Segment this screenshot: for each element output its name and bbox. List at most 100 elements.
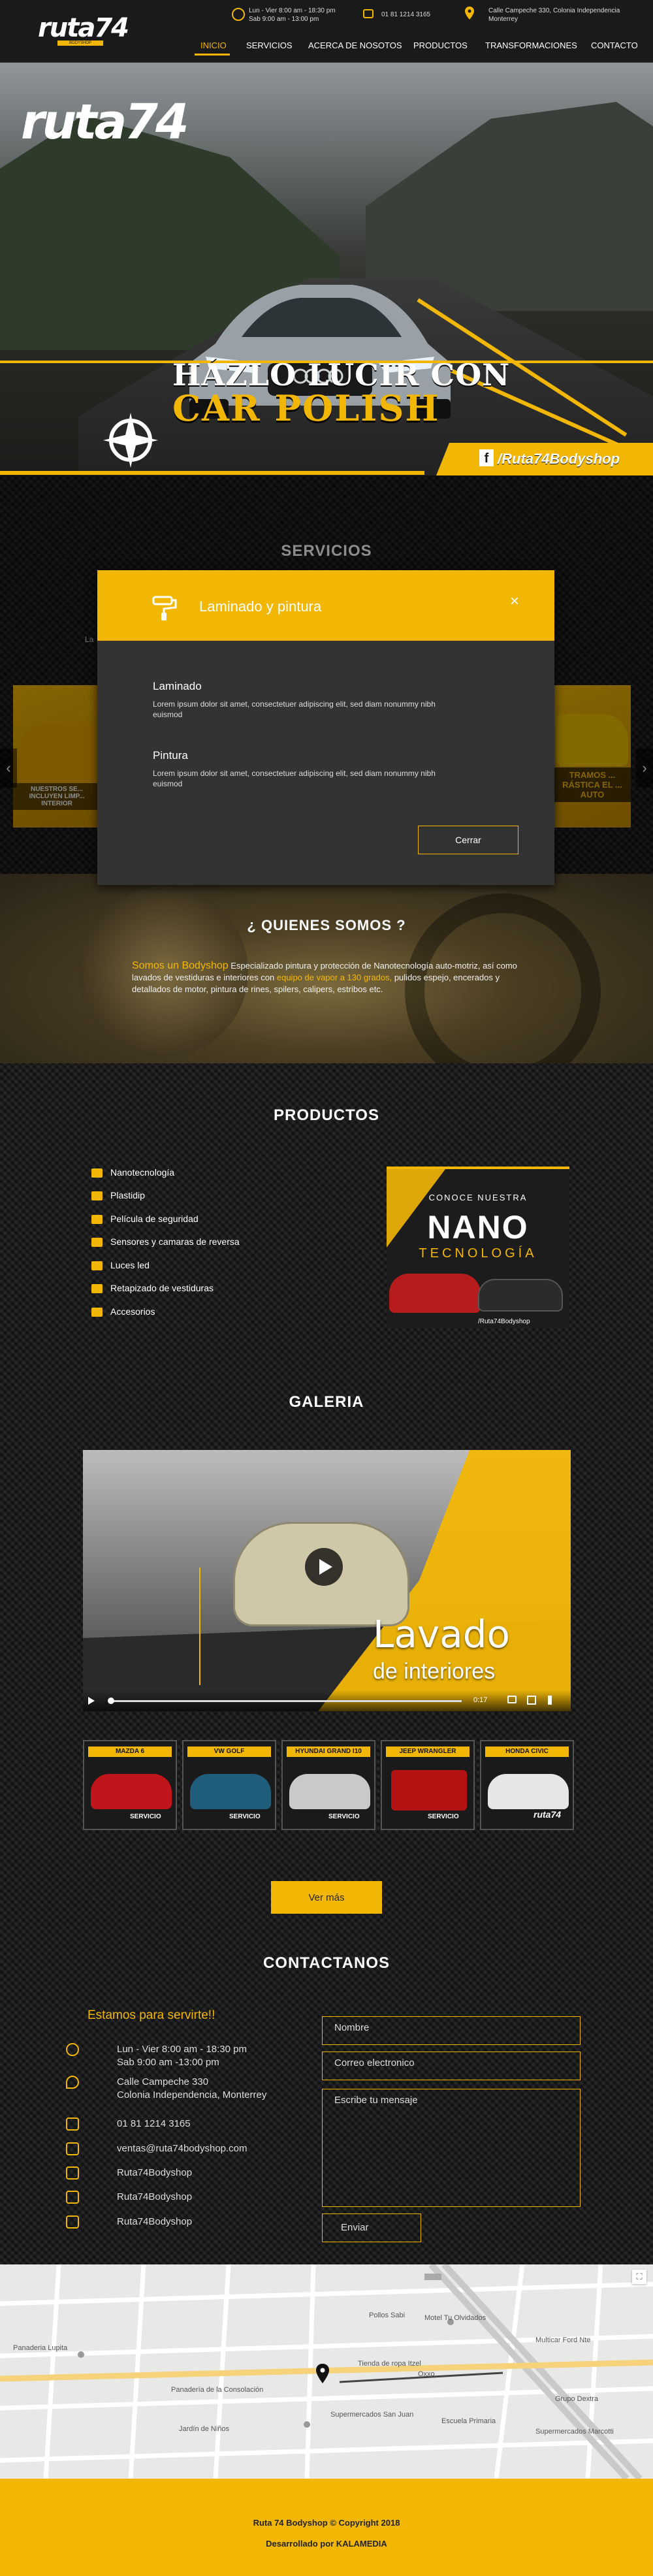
thumb-tag: SERVICIO (130, 1813, 161, 1820)
service-modal: Laminado y pintura × Laminado Lorem ipsu… (97, 570, 554, 885)
instagram-icon (66, 2215, 79, 2229)
thumb-label: MAZDA 6 (88, 1747, 172, 1757)
led-icon (91, 1261, 103, 1271)
paint-roller-icon (152, 596, 177, 620)
galeria-title: GALERIA (289, 1393, 364, 1411)
video-player[interactable]: Lavado de interiores 0:17 (83, 1450, 571, 1711)
thumb-vw-golf[interactable]: VW GOLF SERVICIO (182, 1740, 276, 1830)
promo-top: CONOCE NUESTRA (428, 1193, 528, 1202)
quienes-title: ¿ QUIENES SOMOS ? (247, 917, 406, 933)
fullscreen-icon[interactable] (527, 1696, 536, 1705)
thumb-tag: ruta74 (534, 1809, 562, 1820)
hero-logo-text: ruta74 (21, 94, 189, 150)
contact-facebook[interactable]: Ruta74Bodyshop (66, 2166, 192, 2180)
promo-social: /Ruta74Bodyshop (478, 1318, 530, 1325)
site-header: ruta74 BODYSHOP Lun - Vier 8:00 am - 18:… (0, 0, 653, 63)
product-item[interactable]: Retapizado de vestiduras (91, 1283, 214, 1294)
control-play-icon[interactable] (88, 1697, 95, 1705)
nav-productos[interactable]: PRODUCTOS (413, 40, 468, 50)
footer-copyright: Ruta 74 Bodyshop © Copyright 2018 (253, 2518, 400, 2528)
thumb-honda[interactable]: HONDA CIVIC ruta74 (480, 1740, 574, 1830)
map-label: Grupo Dextra (555, 2395, 599, 2403)
facebook-icon (66, 2166, 79, 2180)
modal-header: Laminado y pintura × (97, 570, 554, 641)
play-icon (319, 1559, 332, 1575)
volume-icon[interactable] (548, 1696, 557, 1705)
play-button[interactable] (305, 1548, 343, 1586)
close-button[interactable]: Cerrar (418, 826, 518, 854)
contacto-subtitle: Estamos para servirte!! (88, 2008, 215, 2022)
product-item[interactable]: Plastidip (91, 1190, 145, 1201)
email-field[interactable]: Correo electronico (322, 2052, 581, 2080)
contact-twitter[interactable]: Ruta74Bodyshop (66, 2191, 192, 2204)
ver-mas-button[interactable]: Ver más (271, 1881, 382, 1914)
thumb-hyundai[interactable]: HYUNDAI GRAND I10 SERVICIO (281, 1740, 375, 1830)
send-button[interactable]: Enviar (322, 2214, 421, 2242)
video-word2: de interiores (373, 1659, 496, 1684)
contact-hours: Lun - Vier 8:00 am - 18:30 pm Sab 9:00 a… (66, 2043, 247, 2069)
hero-title-line2: CAR POLISH (172, 387, 440, 429)
car-icon (91, 1308, 103, 1317)
product-item[interactable]: Sensores y camaras de reversa (91, 1236, 240, 1248)
location-map[interactable]: Panaderia Lupita Tienda de ropa Itzel Po… (0, 2264, 653, 2479)
hours-line1: Lun - Vier 8:00 am - 18:30 pm (249, 7, 336, 14)
map-fullscreen-icon[interactable]: ⛶ (632, 2270, 646, 2284)
quienes-highlight1: Somos un Bodyshop (132, 960, 229, 971)
thumb-label: VW GOLF (187, 1747, 271, 1757)
brand-logo[interactable]: ruta74 BODYSHOP (38, 13, 129, 47)
nano-promo-banner[interactable]: CONOCE NUESTRA NANO TECNOLOGÍA /Ruta74Bo… (387, 1167, 569, 1328)
nav-servicios[interactable]: SERVICIOS (246, 40, 293, 50)
close-icon[interactable]: × (510, 592, 519, 611)
thumb-tag: SERVICIO (428, 1813, 459, 1820)
twitter-icon (66, 2191, 79, 2204)
promo-dark-car (478, 1279, 563, 1312)
map-label: Escuela Primaria (441, 2417, 496, 2425)
pip-icon[interactable] (507, 1696, 517, 1703)
product-item[interactable]: Luces led (91, 1260, 150, 1271)
map-label: Multicar Ford Nte (535, 2336, 591, 2344)
video-word1: Lavado (373, 1612, 511, 1656)
hero-banner: ruta74 HÁZLO LUCIR CON CAR POLISH f /Rut… (0, 63, 653, 475)
thumb-car (488, 1774, 569, 1809)
name-field[interactable]: Nombre (322, 2016, 581, 2045)
contacto-title: CONTACTANOS (263, 1954, 390, 1972)
nav-transformaciones[interactable]: TRANSFORMACIONES (485, 40, 577, 50)
quienes-text: Somos un Bodyshop Especializado pintura … (132, 960, 530, 995)
contact-phone[interactable]: 01 81 1214 3165 (66, 2117, 191, 2131)
video-yellow-line (199, 1568, 200, 1685)
thumb-mazda[interactable]: MAZDA 6 SERVICIO (83, 1740, 177, 1830)
contact-email[interactable]: ventas@ruta74bodyshop.com (66, 2142, 247, 2155)
thumb-car (289, 1774, 370, 1809)
modal-title: Laminado y pintura (199, 598, 322, 615)
product-item[interactable]: Nanotecnología (91, 1167, 174, 1178)
logo-text: ruta74 (38, 13, 129, 43)
nav-inicio[interactable]: INICIO (200, 40, 227, 50)
message-field[interactable]: Escribe tu mensaje (322, 2089, 581, 2207)
sensor-icon (91, 1238, 103, 1248)
phone-icon (66, 2117, 79, 2131)
seat-icon (91, 1284, 103, 1294)
nav-acerca[interactable]: ACERCA DE NOSOTOS (308, 40, 402, 50)
hero-social-label: /Ruta74Bodyshop (498, 451, 620, 467)
thumb-jeep[interactable]: JEEP WRANGLER SERVICIO (381, 1740, 475, 1830)
nav-contacto[interactable]: CONTACTO (591, 40, 638, 50)
location-pin-icon[interactable] (316, 2364, 329, 2383)
site-footer: Ruta 74 Bodyshop © Copyright 2018 Desarr… (0, 2479, 653, 2576)
video-progress-bar[interactable] (109, 1700, 462, 1702)
product-item[interactable]: Accesorios (91, 1306, 155, 1317)
product-item[interactable]: Película de seguridad (91, 1214, 199, 1225)
map-label: Panaderia Lupita (13, 2344, 68, 2352)
email-icon (66, 2142, 79, 2155)
modal-item-pintura: Pintura Lorem ipsum dolor sit amet, cons… (153, 749, 447, 789)
social-banner[interactable]: f /Ruta74Bodyshop (436, 443, 653, 475)
video-progress-handle[interactable] (108, 1698, 114, 1704)
promo-red-car (389, 1274, 481, 1313)
nano-icon (91, 1168, 103, 1178)
address-line2: Monterrey (488, 16, 518, 23)
contact-instagram[interactable]: Ruta74Bodyshop (66, 2215, 192, 2229)
modal-item-text: Lorem ipsum dolor sit amet, consectetuer… (153, 769, 436, 788)
thumb-label: HYUNDAI GRAND I10 (287, 1747, 370, 1757)
header-phone: 01 81 1214 3165 (381, 11, 431, 18)
modal-item-title: Pintura (153, 749, 188, 762)
map-pin-icon (465, 7, 474, 20)
